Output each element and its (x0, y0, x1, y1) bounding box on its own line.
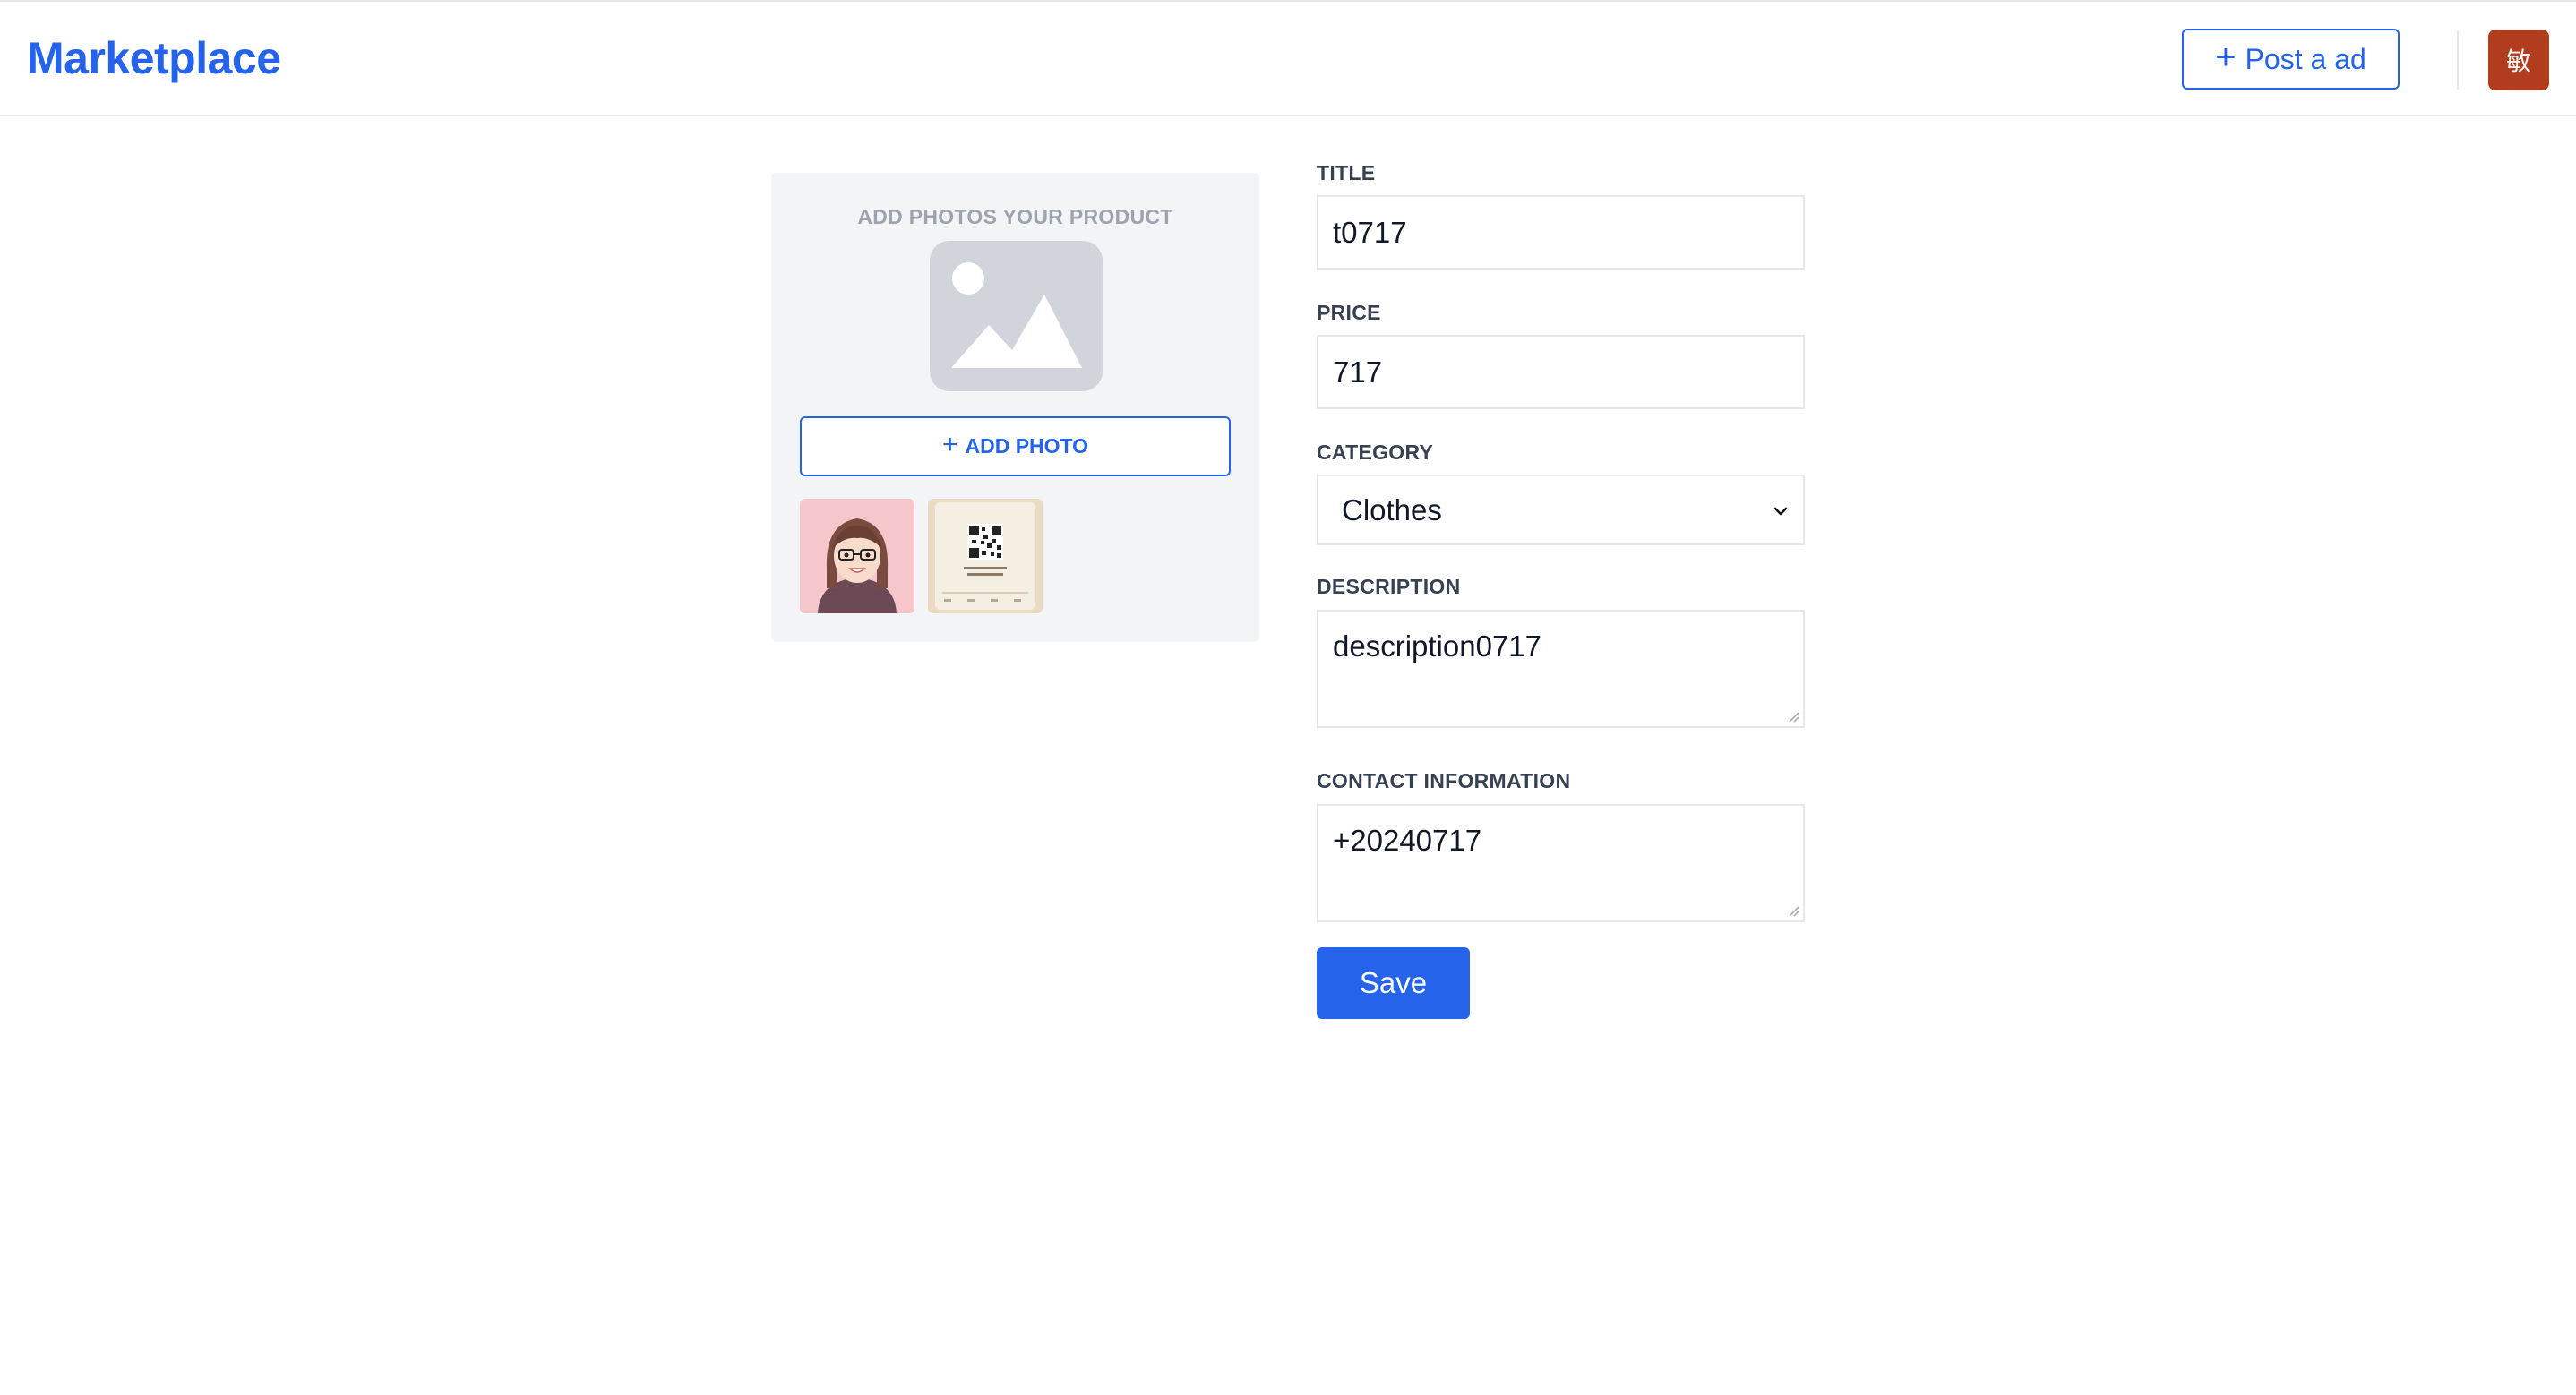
save-button[interactable]: Save (1317, 947, 1470, 1019)
post-ad-button[interactable]: + Post a ad (2182, 29, 2400, 90)
qr-card-image (928, 499, 1043, 613)
resize-handle-icon[interactable] (1787, 904, 1799, 917)
description-textarea[interactable]: description0717 (1317, 610, 1805, 728)
top-navbar: Marketplace + Post a ad 敏 (0, 0, 2576, 116)
photo-thumbnail-avatar[interactable] (800, 499, 914, 613)
user-avatar[interactable]: 敏 (2488, 30, 2549, 90)
contact-textarea[interactable]: +20240717 (1317, 804, 1805, 922)
add-photo-button[interactable]: + ADD PHOTO (800, 416, 1231, 476)
category-selected-value: Clothes (1342, 492, 1442, 526)
plus-icon: + (941, 430, 958, 459)
image-placeholder-graphic (951, 262, 1082, 368)
contact-label: CONTACT INFORMATION (1317, 769, 1571, 792)
description-value: description0717 (1333, 629, 1541, 663)
photo-panel-heading: ADD PHOTOS YOUR PRODUCT (857, 205, 1173, 228)
photo-upload-panel: ADD PHOTOS YOUR PRODUCT + ADD PHOTO (771, 173, 1259, 642)
cartoon-avatar-image (800, 499, 914, 613)
title-label: TITLE (1317, 161, 1376, 184)
category-label: CATEGORY (1317, 441, 1434, 464)
add-photo-label: ADD PHOTO (965, 434, 1089, 458)
description-label: DESCRIPTION (1317, 575, 1461, 598)
brand-logo-text[interactable]: Marketplace (27, 32, 281, 84)
contact-value: +20240717 (1333, 824, 1482, 857)
resize-handle-icon[interactable] (1787, 710, 1799, 723)
post-ad-label: Post a ad (2245, 42, 2366, 75)
image-placeholder-icon (930, 241, 1103, 391)
price-input[interactable]: 717 (1317, 335, 1805, 409)
category-select[interactable]: Clothes (1317, 475, 1805, 545)
price-label: PRICE (1317, 301, 1381, 324)
header-divider (2457, 30, 2459, 90)
plus-icon: + (2215, 38, 2237, 77)
photo-thumbnail-qr[interactable] (928, 499, 1043, 613)
title-input[interactable]: t0717 (1317, 195, 1805, 270)
chevron-down-icon (1773, 507, 1788, 516)
